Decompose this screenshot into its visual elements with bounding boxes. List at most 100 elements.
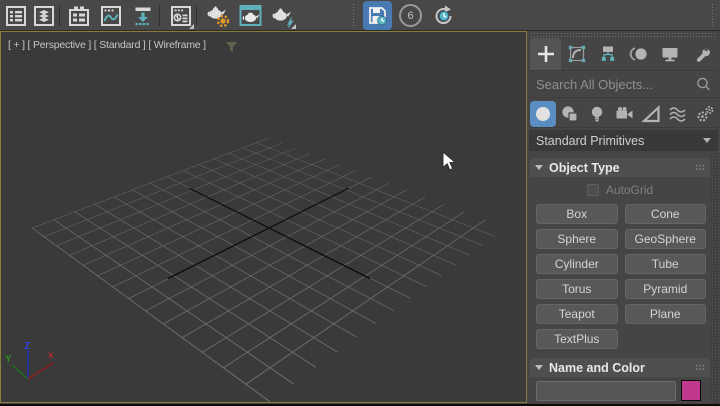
- tab-display[interactable]: [654, 38, 685, 70]
- tab-modify[interactable]: [561, 38, 592, 70]
- modify-icon: [566, 43, 588, 65]
- toggle-ribbon-icon: [67, 4, 91, 28]
- autobackup-restore-button[interactable]: [430, 2, 457, 29]
- torus-button[interactable]: Torus: [536, 279, 618, 299]
- autobackup-restore-icon: [431, 3, 457, 29]
- rendered-frame-window-icon: [238, 3, 263, 28]
- object-type-buttons: Box Cone Sphere GeoSphere Cylinder Tube …: [536, 204, 706, 349]
- layer-explorer-button[interactable]: [30, 2, 57, 29]
- panel-scroll-gutter[interactable]: [711, 154, 719, 404]
- world-axis-tripod: Z Y x: [1, 338, 65, 402]
- autogrid-checkbox[interactable]: [587, 184, 599, 196]
- toggle-ribbon-button[interactable]: [65, 2, 92, 29]
- rollout-grip[interactable]: [695, 364, 705, 371]
- schematic-view-icon: [131, 4, 155, 28]
- grid-axis-dark-line: [167, 188, 349, 279]
- box-button[interactable]: Box: [536, 204, 618, 224]
- tab-motion[interactable]: [623, 38, 654, 70]
- category-geometry[interactable]: [530, 101, 556, 127]
- autobackup-floppy-icon: [366, 4, 389, 27]
- flyout-corner: [189, 24, 194, 29]
- 3dsmax-window: 6 [ + ] [ Perspective ] [ Standard ] [ W…: [0, 0, 720, 406]
- object-color-swatch[interactable]: [681, 380, 701, 401]
- category-systems[interactable]: [692, 101, 718, 127]
- scene-explorer-icon: [4, 4, 28, 28]
- category-cameras[interactable]: [611, 101, 637, 127]
- rollout-grip[interactable]: [695, 164, 705, 171]
- render-setup-icon: [205, 3, 231, 29]
- hierarchy-icon: [597, 43, 619, 65]
- rollout-collapse-icon: [535, 165, 543, 170]
- panel-drag-handle[interactable]: [530, 32, 716, 37]
- toolbar-drag-handle[interactable]: [352, 3, 356, 28]
- viewport-label[interactable]: [ + ] [ Perspective ] [ Standard ] [ Wir…: [8, 39, 206, 51]
- tab-create[interactable]: [530, 38, 561, 70]
- create-categories: [530, 100, 718, 128]
- autobackup-count-badge: 6: [399, 4, 422, 27]
- object-name-field[interactable]: [536, 381, 676, 401]
- home-grid: [0, 31, 527, 403]
- main-toolbar: 6: [0, 0, 720, 31]
- rollout-collapse-icon: [535, 365, 543, 370]
- tab-utilities[interactable]: [685, 38, 716, 70]
- flyout-corner: [291, 24, 296, 29]
- sphere-button[interactable]: Sphere: [536, 229, 618, 249]
- object-type-rollout-header[interactable]: Object Type: [530, 158, 710, 177]
- space-warps-waves-icon: [667, 103, 689, 125]
- autobackup-toggle-button[interactable]: [363, 1, 392, 30]
- toolbar-drag-handle[interactable]: [711, 3, 715, 28]
- geometry-sphere-icon: [532, 103, 554, 125]
- cylinder-button[interactable]: Cylinder: [536, 254, 618, 274]
- render-setup-button[interactable]: [204, 2, 231, 29]
- cone-button[interactable]: Cone: [625, 204, 707, 224]
- rollout-title: Name and Color: [549, 361, 645, 375]
- create-plus-icon: [535, 43, 557, 65]
- per-view-filter-icon[interactable]: [225, 41, 238, 53]
- rendered-frame-window-button[interactable]: [237, 2, 264, 29]
- layer-explorer-icon: [32, 4, 56, 28]
- search-placeholder: Search All Objects...: [536, 77, 695, 92]
- textplus-button[interactable]: TextPlus: [536, 329, 618, 349]
- axis-y-label: Y: [5, 354, 12, 365]
- category-shapes[interactable]: [557, 101, 583, 127]
- plane-button[interactable]: Plane: [625, 304, 707, 324]
- axis-z-label: Z: [24, 341, 30, 352]
- category-helpers[interactable]: [638, 101, 664, 127]
- category-lights[interactable]: [584, 101, 610, 127]
- primitive-category-dropdown[interactable]: Standard Primitives: [529, 130, 718, 151]
- teapot-button[interactable]: Teapot: [536, 304, 618, 324]
- tab-hierarchy[interactable]: [592, 38, 623, 70]
- category-space-warps[interactable]: [665, 101, 691, 127]
- autogrid-row: AutoGrid: [530, 181, 710, 199]
- rollout-title: Object Type: [549, 161, 620, 175]
- autogrid-label: AutoGrid: [606, 183, 653, 197]
- curve-editor-icon: [99, 4, 123, 28]
- material-editor-button[interactable]: [167, 2, 194, 29]
- motion-icon: [628, 43, 650, 65]
- grid-plane: [31, 138, 506, 402]
- toolbar-separator: [196, 5, 197, 26]
- curve-editor-button[interactable]: [97, 2, 124, 29]
- mouse-cursor: [442, 151, 457, 172]
- name-color-rollout-header[interactable]: Name and Color: [530, 358, 710, 377]
- helpers-triangle-icon: [640, 103, 662, 125]
- lights-bulb-icon: [586, 103, 608, 125]
- scene-explorer-button[interactable]: [2, 2, 29, 29]
- object-search[interactable]: Search All Objects...: [528, 72, 720, 98]
- command-panel: Search All Objects...: [528, 31, 720, 406]
- utilities-wrench-icon: [690, 43, 712, 65]
- render-production-button[interactable]: [269, 2, 296, 29]
- shapes-icon: [559, 103, 581, 125]
- pyramid-button[interactable]: Pyramid: [625, 279, 707, 299]
- systems-gears-icon: [694, 103, 716, 125]
- autobackup-count-value: 6: [407, 10, 413, 22]
- tube-button[interactable]: Tube: [625, 254, 707, 274]
- search-icon: [695, 76, 712, 93]
- chevron-down-icon: [703, 138, 711, 143]
- grid-axis-dark-line: [189, 188, 371, 279]
- command-panel-tabs: [530, 38, 718, 71]
- display-icon: [659, 43, 681, 65]
- perspective-viewport[interactable]: [ + ] [ Perspective ] [ Standard ] [ Wir…: [0, 31, 527, 403]
- schematic-view-button[interactable]: [129, 2, 156, 29]
- geosphere-button[interactable]: GeoSphere: [625, 229, 707, 249]
